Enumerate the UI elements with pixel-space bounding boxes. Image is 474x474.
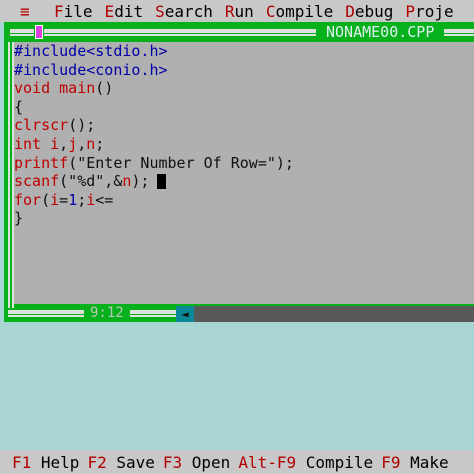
code-line[interactable]: printf("Enter Number Of Row="); [14,154,474,173]
code-token: clrscr [14,116,69,135]
code-token: () [95,79,114,98]
code-token: for [14,190,42,209]
code-line[interactable]: scanf("%d",&n); [14,172,474,191]
horizontal-scrollbar[interactable]: ◄ [176,306,474,322]
code-line[interactable]: #include<conio.h> [14,61,474,80]
hint-make[interactable]: F9 Make [381,453,448,472]
window-top-frame: NONAME00.CPP [4,22,474,42]
window-bottom-frame: 9:12 ◄ [4,304,474,322]
hint-compile[interactable]: Alt-F9 Compile [238,453,373,472]
window-title: NONAME00.CPP [316,22,445,42]
menu-project[interactable]: Proje [405,2,453,21]
code-line[interactable]: void main() [14,79,474,98]
scroll-left-icon[interactable]: ◄ [176,306,194,322]
code-token: , [77,134,87,153]
menu-bar: ≡ File Edit Search Run Compile Debug Pro… [0,0,474,22]
menu-debug[interactable]: Debug [345,2,393,21]
hint-save[interactable]: F2 Save [87,453,154,472]
code-line[interactable]: { [14,98,474,117]
code-token: ( [41,190,51,209]
code-token: main [59,79,96,98]
code-token: void [14,79,51,98]
code-line[interactable]: #include<stdio.h> [14,42,474,61]
code-token: (); [68,116,96,135]
menu-search[interactable]: Search [155,2,213,21]
code-token: n [86,134,96,153]
code-token: j [68,134,78,153]
code-token: ("%d",& [59,172,123,191]
hint-open[interactable]: F3 Open [163,453,230,472]
close-button[interactable] [34,24,44,40]
code-token: #include<stdio.h> [14,42,168,60]
code-token: scanf [14,172,60,191]
frame-divider [8,42,10,308]
code-token: i [86,190,96,209]
code-token: 1 [68,190,78,209]
cursor-position: 9:12 [84,304,130,322]
code-line[interactable]: clrscr(); [14,116,474,135]
system-menu[interactable]: ≡ [0,2,42,21]
editor-window: NONAME00.CPP #include<stdio.h> #include<c… [4,22,474,322]
code-token: ("Enter Number Of Row="); [68,153,294,172]
code-token: ; [95,134,105,153]
code-token: <= [95,190,114,209]
text-cursor [157,174,167,190]
menu-edit[interactable]: Edit [105,2,144,21]
code-token: } [14,209,24,228]
code-token: ); [131,172,150,191]
code-token: printf [14,153,69,172]
code-token: i [50,190,60,209]
menu-run[interactable]: Run [225,2,254,21]
code-line[interactable]: int i,j,n; [14,135,474,154]
code-token: #include<conio.h> [14,60,168,79]
code-token: , [59,134,69,153]
code-line[interactable]: } [14,209,474,228]
menu-compile[interactable]: Compile [266,2,333,21]
status-bar: F1 Help F2 Save F3 Open Alt-F9 Compile F… [0,450,474,474]
close-icon [35,25,43,39]
code-token: = [59,190,69,209]
code-token: { [14,97,24,116]
code-token: int [14,134,42,153]
code-token: i [50,134,60,153]
code-token: ; [77,190,87,209]
code-line[interactable]: for(i=1;i<= [14,191,474,210]
code-editor[interactable]: #include<stdio.h> #include<conio.h> void m… [14,42,474,304]
menu-file[interactable]: File [54,2,93,21]
hint-help[interactable]: F1 Help [12,453,79,472]
